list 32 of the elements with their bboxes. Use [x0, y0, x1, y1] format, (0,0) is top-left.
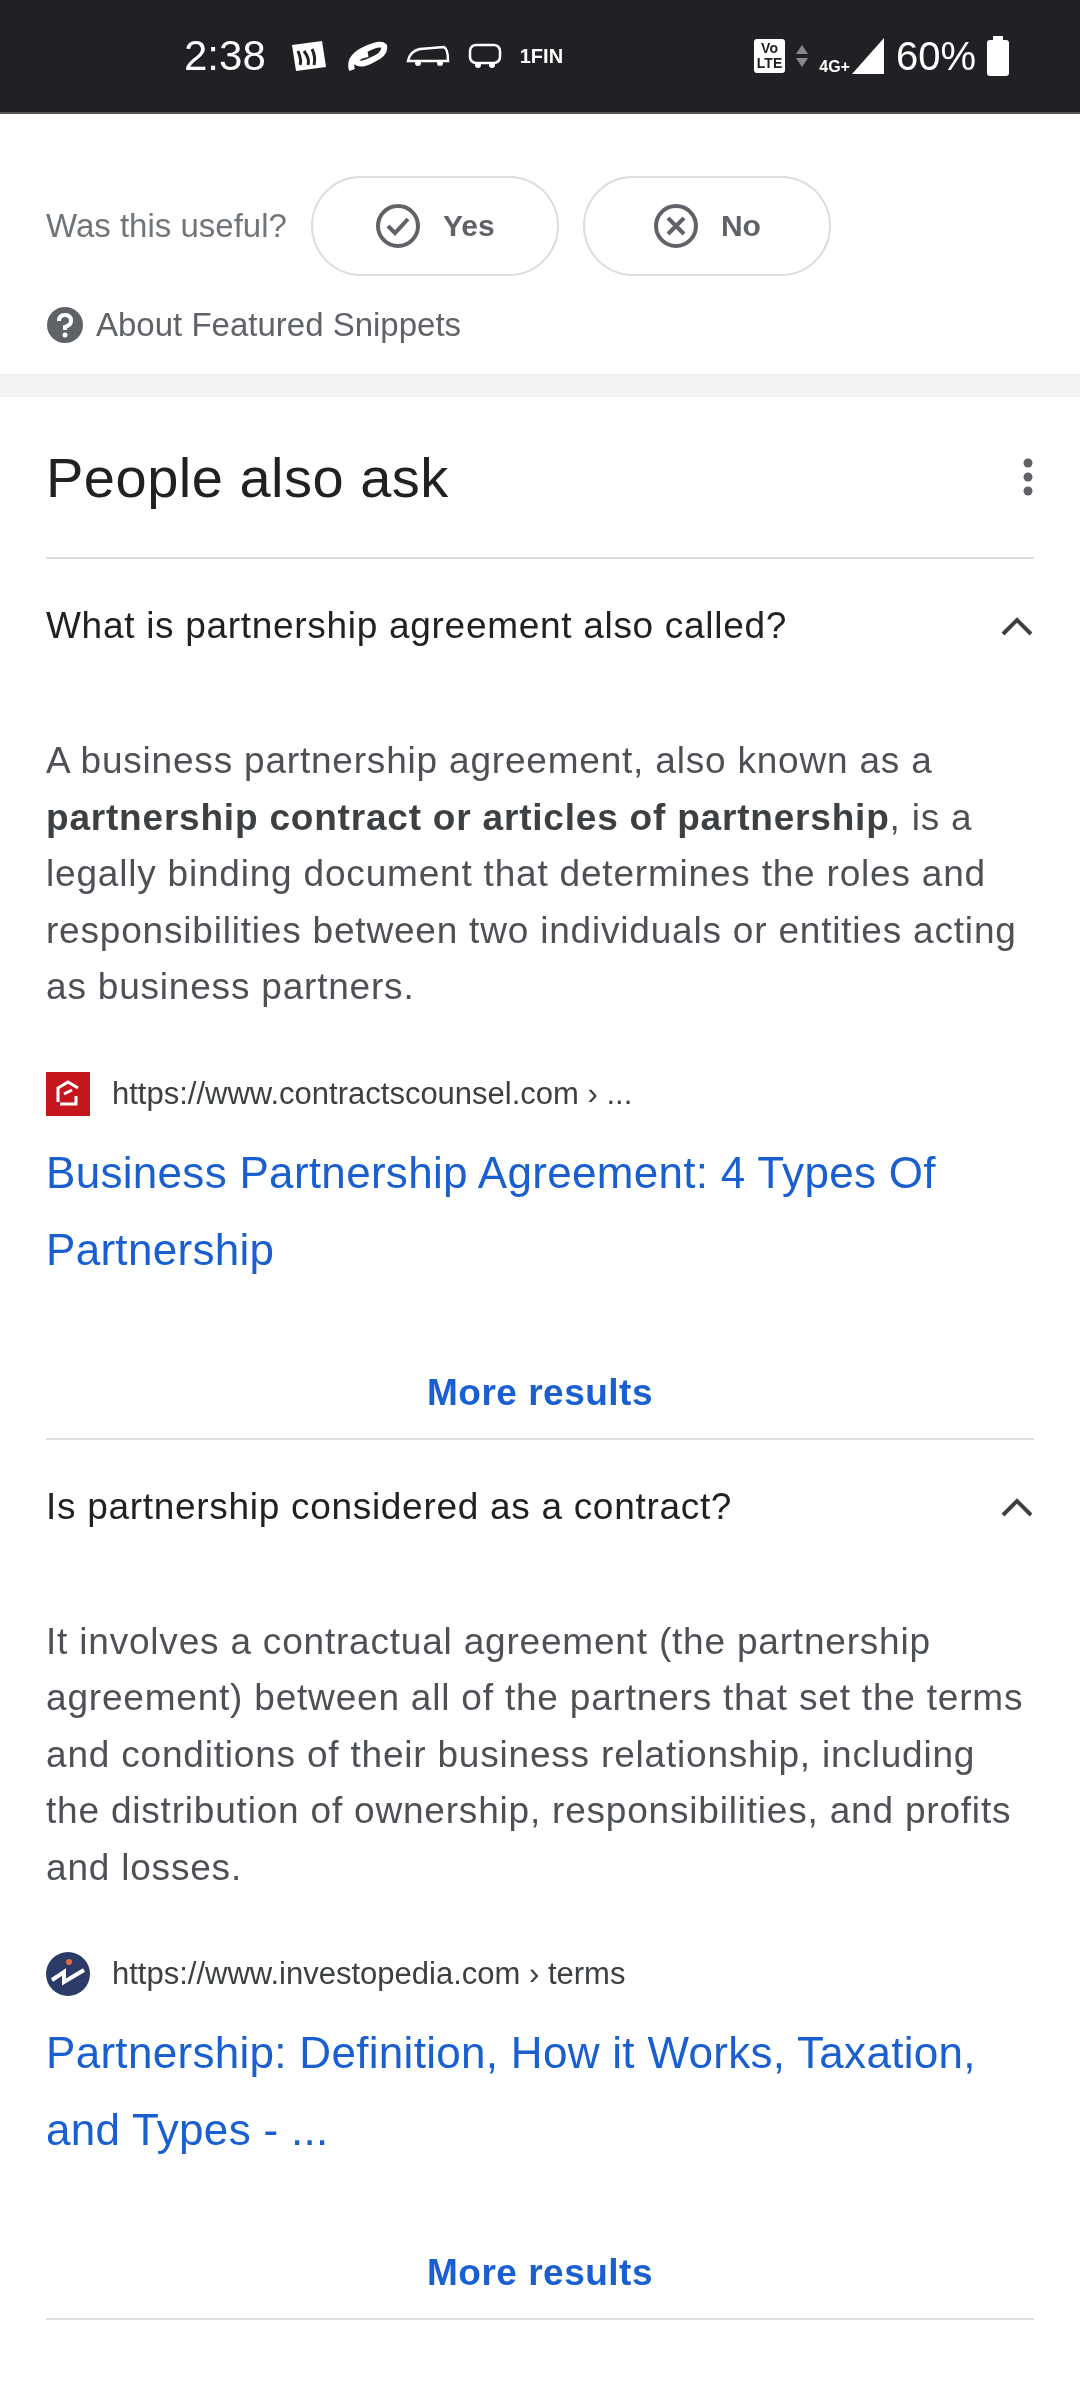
clock: 2:38: [184, 32, 266, 80]
more-results-button[interactable]: More results: [387, 2228, 693, 2318]
about-snippets-link[interactable]: About Featured Snippets: [96, 306, 462, 344]
battery-icon: [986, 36, 1010, 76]
question[interactable]: Is partnership considered as a contract?: [46, 1485, 733, 1528]
more-options-icon[interactable]: [1022, 457, 1034, 497]
result-title-link[interactable]: Business Partnership Agreement: 4 Types Of Partnership: [46, 1133, 1034, 1288]
volte-icon: Vo LTE: [753, 39, 786, 73]
no-button[interactable]: No: [582, 176, 831, 276]
signal-icon: [849, 36, 886, 76]
network-type: 4G+: [819, 58, 850, 76]
source-url: https://www.investopedia.com › terms: [112, 1956, 626, 1992]
check-icon: [375, 203, 421, 249]
battery-percent: 60%: [895, 33, 976, 79]
app-label: 1FIN: [519, 44, 564, 68]
more-results-button[interactable]: More results: [387, 1347, 693, 1438]
answer-text: It involves a contractual agreement (the partnership agreement) between all of the partners that set the terms and conditions of their business relationship, including the distribution of ownership, responsibilities, and profits and losses.: [46, 1619, 1025, 1890]
data-arrows-icon: [795, 43, 810, 69]
bus-icon: [467, 42, 502, 70]
chevron-up-icon[interactable]: [1000, 615, 1034, 637]
help-icon[interactable]: [46, 306, 84, 344]
yes-button[interactable]: Yes: [310, 176, 559, 276]
section-title: People also ask: [46, 444, 449, 510]
favicon-icon: [46, 1952, 90, 1996]
favicon-icon: [46, 1071, 90, 1116]
feedback-question: Was this useful?: [46, 207, 287, 245]
close-icon: [652, 203, 699, 249]
result-title-link[interactable]: Partnership: Definition, How it Works, Taxation, and Types - ...: [46, 2014, 1034, 2168]
source-url: https://www.contractscounsel.com › ...: [112, 1075, 633, 1112]
answer-text: A business partnership agreement, also known as a partnership contract or articles of partnership, is a legally binding document that determines the roles and responsibilities between two individuals or entities acting as business partners.: [46, 739, 1018, 1009]
question[interactable]: What is partnership agreement also called?: [46, 605, 787, 647]
bus-icon: [405, 43, 450, 69]
